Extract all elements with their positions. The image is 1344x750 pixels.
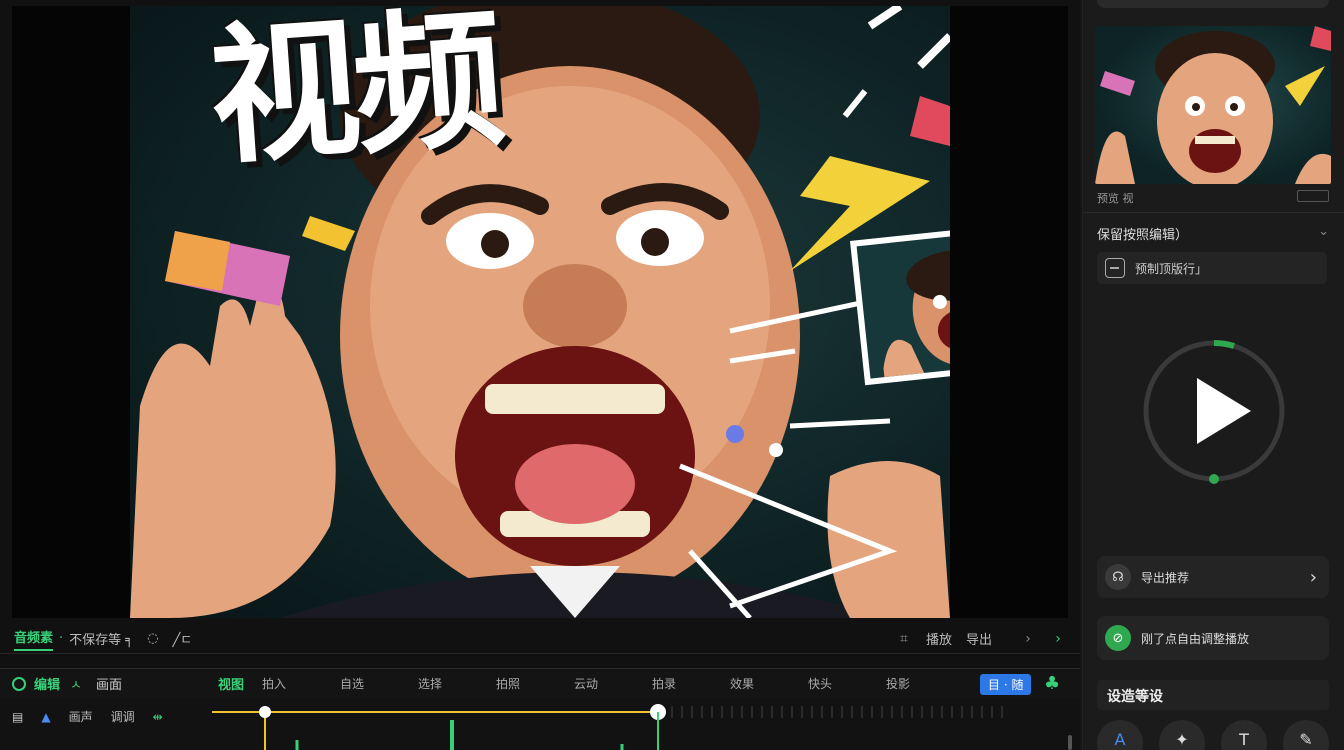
- ruler-label: 选择: [418, 677, 443, 691]
- minus-square-icon[interactable]: [1105, 258, 1125, 278]
- adjust-playback-button[interactable]: ⊘ 刚了点自由调整播放: [1097, 616, 1329, 660]
- track-label-sound: 画声: [68, 710, 93, 724]
- timeline-header: 编辑 ㅅ 画面 视图 拍入 自选 选择 拍照 云动 拍录 效果 快头 投影 目 …: [0, 668, 1080, 698]
- toolbar-export-label[interactable]: 导出: [966, 629, 992, 648]
- video-frame: 视频: [130, 6, 950, 618]
- ruler-label: 投影: [886, 677, 911, 691]
- edit-icon[interactable]: ✎: [1283, 720, 1329, 750]
- aspect-ratio-icon[interactable]: [1297, 190, 1329, 202]
- clip-thumbnail[interactable]: [1095, 26, 1331, 184]
- collapse-icon[interactable]: ⌄: [1318, 224, 1329, 243]
- video-editor-app: 视频 音频素 · 不保存等 ╕ ◌ ╱ㄷ ⌗ 播放 导出 › › 编辑 ㅅ 画面…: [0, 0, 1344, 750]
- ruler-label: 快头: [808, 677, 833, 691]
- toolbar-item-loop[interactable]: ◌: [147, 631, 158, 646]
- ruler-label: 云动: [574, 677, 599, 691]
- thumbnail-illustration: [1095, 26, 1331, 184]
- document-icon[interactable]: ▤: [12, 710, 23, 724]
- caret-up-icon[interactable]: ㅅ: [70, 674, 82, 693]
- track-title: 编辑: [34, 678, 61, 693]
- play-icon: [1143, 339, 1285, 484]
- headset-icon: ☊: [1105, 564, 1131, 590]
- link-icon: ⊘: [1105, 625, 1131, 651]
- timeline-lane[interactable]: [212, 700, 1007, 750]
- track-label-adjust: 调调: [110, 710, 135, 724]
- text-style-icon[interactable]: A: [1097, 720, 1143, 750]
- mode-badge[interactable]: 目 · 随: [980, 674, 1032, 695]
- ruler-label: 拍入: [262, 677, 287, 691]
- toolbar-item-split[interactable]: ╱ㄷ: [172, 629, 192, 648]
- divider: [1083, 212, 1344, 213]
- fullscreen-icon[interactable]: ⌗: [896, 631, 912, 647]
- tree-icon[interactable]: ♣: [1044, 673, 1064, 694]
- clip-meta-text: 预览 视: [1097, 192, 1134, 205]
- right-panel: 预览 视 保留按照编辑） ⌄ 预制顶版行」 ☊ 导出推荐 › ⊘ 刚了点自由调整…: [1082, 0, 1344, 750]
- mountain-icon[interactable]: ▲: [41, 710, 50, 724]
- settings-section-title: 设造等设: [1097, 680, 1329, 710]
- export-recommend-button[interactable]: ☊ 导出推荐 ›: [1097, 556, 1329, 598]
- effects-icon[interactable]: ✦: [1159, 720, 1205, 750]
- play-button[interactable]: [1139, 336, 1289, 486]
- track-sub-label[interactable]: 画面: [96, 674, 122, 693]
- tab-audio[interactable]: 音频素: [14, 627, 54, 651]
- chevron-right-icon-2[interactable]: ›: [1050, 631, 1066, 647]
- toolbar-item-save[interactable]: 不保存等 ╕: [69, 629, 133, 648]
- tool-icon-row: A ✦ T ✎: [1097, 720, 1329, 750]
- preset-field-text: 预制顶版行」: [1135, 261, 1208, 276]
- view-label[interactable]: 视图: [218, 674, 244, 693]
- adjust-playback-label: 刚了点自由调整播放: [1141, 631, 1250, 646]
- preview-toolbar: 音频素 · 不保存等 ╕ ◌ ╱ㄷ ⌗ 播放 导出 › ›: [0, 624, 1080, 654]
- chevron-right-icon: ›: [1309, 566, 1317, 588]
- clip-meta: 预览 视: [1097, 190, 1329, 206]
- ruler-label: 效果: [730, 677, 755, 691]
- ruler-label: 自选: [340, 677, 365, 691]
- video-preview[interactable]: 视频: [12, 6, 1068, 618]
- split-icon[interactable]: ⇹: [153, 710, 163, 724]
- chevron-right-icon[interactable]: ›: [1020, 631, 1036, 647]
- section-header[interactable]: 保留按照编辑） ⌄: [1097, 224, 1329, 243]
- preset-field[interactable]: 预制顶版行」: [1097, 252, 1327, 284]
- track-labels: ▤ ▲ 画声 调调 ⇹: [12, 708, 163, 725]
- ruler-label: 拍录: [652, 677, 677, 691]
- export-recommend-label: 导出推荐: [1141, 570, 1190, 585]
- timeline-ruler: 拍入 自选 选择 拍照 云动 拍录 效果 快头 投影: [262, 675, 964, 692]
- overlay-title-text: 视频: [204, 6, 504, 186]
- tab-separator: ·: [59, 631, 64, 646]
- vertical-scrollbar[interactable]: [1068, 735, 1072, 750]
- section-title: 保留按照编辑）: [1097, 228, 1189, 243]
- ruler-label: 拍照: [496, 677, 521, 691]
- record-toggle-icon[interactable]: [12, 676, 26, 691]
- editor-workspace: 视频 音频素 · 不保存等 ╕ ◌ ╱ㄷ ⌗ 播放 导出 › › 编辑 ㅅ 画面…: [0, 0, 1080, 750]
- top-search-pill[interactable]: [1097, 0, 1329, 8]
- toolbar-play-label[interactable]: 播放: [926, 629, 952, 648]
- text-icon[interactable]: T: [1221, 720, 1267, 750]
